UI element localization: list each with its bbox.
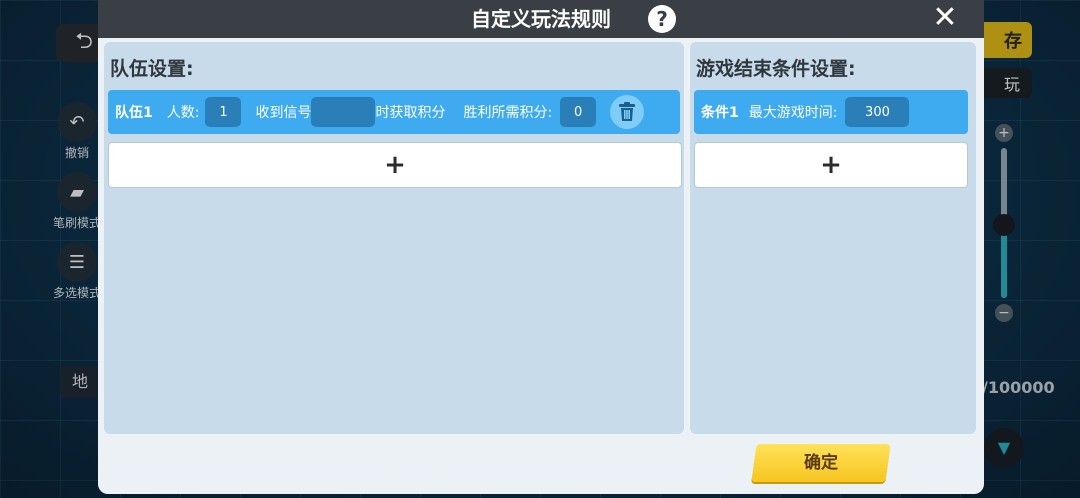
- max-time-input[interactable]: 300: [845, 97, 910, 127]
- team-row: 队伍1 人数: 1 收到信号 时获取积分 胜利所需积分: 0: [108, 90, 680, 134]
- team-settings-panel: 队伍设置: 队伍1 人数: 1 收到信号 时获取积分 胜利所需积分: 0 +: [104, 42, 684, 434]
- max-time-label: 最大游戏时间:: [748, 105, 838, 121]
- team-label: 队伍1: [115, 105, 153, 121]
- win-score-input[interactable]: 0: [560, 97, 597, 127]
- dialog-title: 自定义玩法规则: [471, 7, 611, 31]
- confirm-button[interactable]: 确定: [754, 444, 888, 482]
- end-condition-panel: 游戏结束条件设置: 条件1 最大游戏时间: 300 +: [690, 42, 976, 434]
- condition-row: 条件1 最大游戏时间: 300: [694, 90, 968, 134]
- score-suffix-label: 时获取积分: [375, 105, 446, 121]
- delete-team-button[interactable]: [610, 95, 645, 129]
- people-label: 人数:: [166, 105, 200, 121]
- condition-label: 条件1: [701, 105, 739, 121]
- close-icon[interactable]: ✕: [930, 3, 960, 33]
- win-score-label: 胜利所需积分:: [463, 105, 553, 121]
- people-input[interactable]: 1: [205, 97, 242, 127]
- help-icon[interactable]: ?: [648, 5, 676, 33]
- add-team-button[interactable]: +: [108, 142, 682, 188]
- dialog-header: 自定义玩法规则 ? ✕: [98, 0, 984, 38]
- signal-label: 收到信号: [255, 105, 312, 121]
- end-condition-heading: 游戏结束条件设置:: [696, 58, 856, 80]
- team-settings-heading: 队伍设置:: [110, 58, 194, 80]
- add-condition-button[interactable]: +: [694, 142, 968, 188]
- signal-input[interactable]: [311, 97, 376, 127]
- custom-rules-dialog: 自定义玩法规则 ? ✕ 队伍设置: 队伍1 人数: 1 收到信号 时获取积分 胜…: [98, 0, 984, 494]
- trash-icon: [619, 102, 636, 121]
